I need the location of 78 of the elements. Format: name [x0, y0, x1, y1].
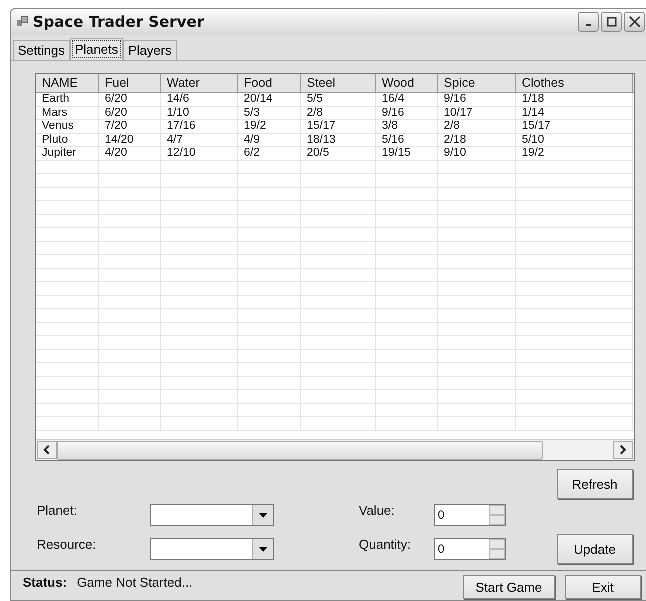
table-cell: 4/20: [99, 147, 161, 160]
table-cell: 18/13: [301, 134, 376, 146]
column-header[interactable]: Clothes: [516, 74, 633, 92]
status-button[interactable]: Exit: [565, 575, 641, 599]
table-cell: 17/16: [161, 120, 238, 132]
table-cell: 15/17: [301, 120, 376, 132]
scroll-thumb[interactable]: [57, 440, 543, 460]
status-label: Status:: [23, 575, 68, 590]
column-header[interactable]: Steel: [301, 74, 376, 92]
table-cell: Mars: [36, 106, 99, 119]
refresh-button[interactable]: Refresh: [557, 469, 633, 499]
field-label: Planet:: [36, 503, 78, 518]
table-cell: 19/2: [238, 120, 301, 132]
column-header[interactable]: Spice: [438, 74, 516, 92]
field-label: Value:: [359, 503, 396, 518]
table-cell: 9/16: [376, 106, 438, 119]
app-icon: [17, 16, 29, 28]
table-cell: 2/18: [438, 134, 516, 146]
field-label: Quantity:: [359, 537, 412, 552]
table-cell: 2/8: [301, 106, 376, 119]
table-cell: 14/6: [161, 93, 238, 106]
status-button[interactable]: Start Game: [463, 575, 555, 599]
table-cell: 5/5: [301, 93, 376, 106]
column-header[interactable]: Water: [161, 74, 238, 92]
dropdown-arrow-icon: [258, 546, 268, 552]
table-cell: 6/2: [238, 147, 301, 160]
tab[interactable]: Planets: [70, 38, 124, 60]
column-header[interactable]: Food: [238, 74, 301, 92]
tab[interactable]: Settings: [13, 40, 70, 60]
table-cell: 1/14: [516, 106, 633, 119]
maximize-icon: [606, 17, 616, 27]
resource-dropdown[interactable]: [150, 538, 274, 560]
window-title: Space Trader Server: [33, 13, 204, 31]
column-header[interactable]: Wood: [376, 74, 438, 92]
maximize-button[interactable]: [601, 12, 622, 32]
table-cell: 3/8: [376, 120, 438, 132]
table-cell: 9/16: [438, 93, 516, 106]
column-header[interactable]: NAME: [36, 74, 99, 92]
table-cell: 19/15: [376, 147, 438, 160]
table-cell: 6/20: [99, 106, 161, 119]
table-cell: Jupiter: [36, 147, 99, 160]
table-cell: 4/9: [238, 134, 301, 146]
close-icon: [628, 16, 640, 28]
table-cell: 14/20: [99, 134, 161, 146]
field-label: Resource:: [36, 537, 98, 552]
dropdown-arrow-icon: [258, 512, 268, 518]
scroll-right-icon[interactable]: [613, 441, 633, 459]
table-cell: 19/2: [516, 147, 633, 160]
table-cell: 16/4: [376, 93, 438, 106]
table-cell: 9/10: [438, 147, 516, 160]
status-text: Game Not Started...: [77, 575, 193, 590]
table-cell: Earth: [36, 93, 99, 106]
column-header[interactable]: Fuel: [99, 74, 161, 92]
table-cell: 5/10: [516, 134, 633, 146]
table-cell: 5/16: [376, 134, 438, 146]
table-cell: 5/3: [238, 106, 301, 119]
table-cell: 20/14: [238, 93, 301, 106]
table-cell: 10/17: [438, 106, 516, 119]
update-button[interactable]: Update: [557, 534, 633, 564]
table-cell: 1/10: [161, 106, 238, 119]
planet-dropdown[interactable]: [150, 504, 274, 526]
table-cell: Venus: [36, 120, 99, 132]
table-cell: 12/10: [161, 147, 238, 160]
horizontal-scrollbar[interactable]: [36, 439, 634, 460]
table-cell: Pluto: [36, 134, 99, 146]
table-cell: 2/8: [438, 120, 516, 132]
table-cell: 4/7: [161, 134, 238, 146]
value-spinner[interactable]: 0: [434, 504, 506, 526]
table-cell: 7/20: [99, 120, 161, 132]
minimize-button[interactable]: [578, 12, 599, 32]
table-cell: 1/18: [516, 93, 633, 106]
tab[interactable]: Players: [123, 40, 177, 60]
table-cell: 6/20: [99, 93, 161, 106]
scroll-left-icon[interactable]: [37, 441, 57, 459]
table-cell: 20/5: [301, 147, 376, 160]
close-button[interactable]: [624, 12, 645, 32]
table-cell: 15/17: [516, 120, 633, 132]
quantity-spinner[interactable]: 0: [434, 538, 506, 560]
